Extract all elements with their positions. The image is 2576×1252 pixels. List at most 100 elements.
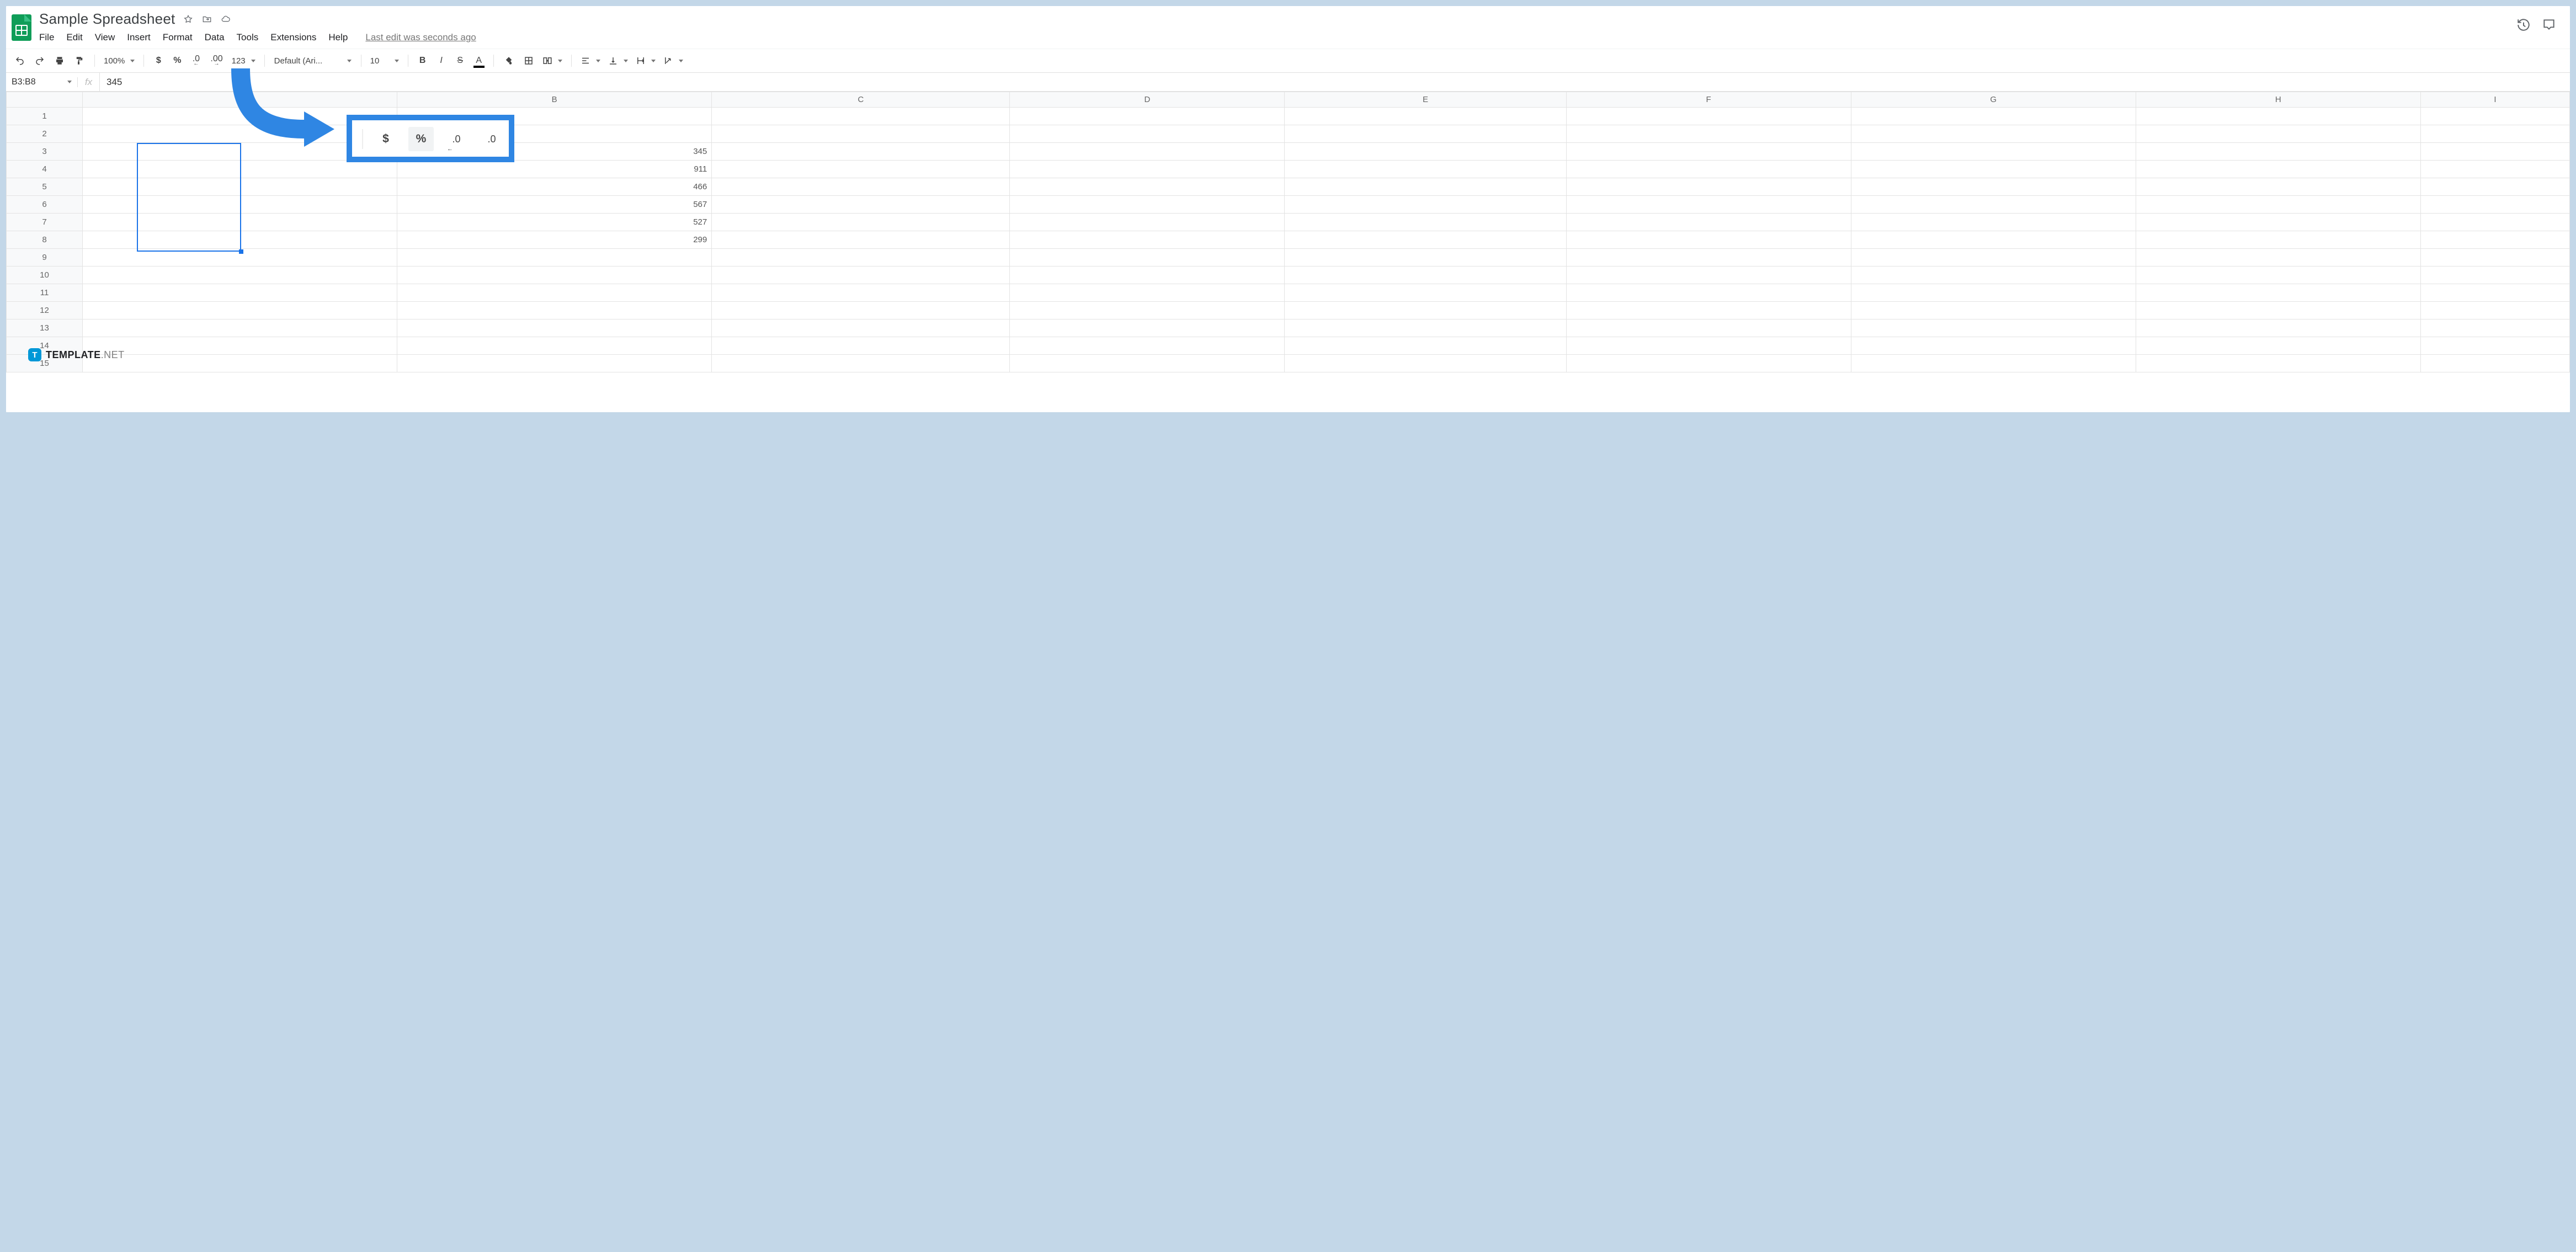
cell-H4[interactable] [2136,161,2420,178]
cell-C1[interactable] [712,108,1010,125]
cell-F15[interactable] [1566,355,1851,372]
cell-H14[interactable] [2136,337,2420,355]
cell-B11[interactable] [397,284,712,302]
cell-F1[interactable] [1566,108,1851,125]
cell-D9[interactable] [1010,249,1285,267]
row-header-10[interactable]: 10 [7,267,83,284]
cell-F5[interactable] [1566,178,1851,196]
cell-D14[interactable] [1010,337,1285,355]
cell-D12[interactable] [1010,302,1285,319]
cell-I8[interactable] [2420,231,2569,249]
cell-I10[interactable] [2420,267,2569,284]
cell-F4[interactable] [1566,161,1851,178]
popup-increase-decimal-button[interactable]: .0 [479,127,504,151]
cell-A12[interactable] [83,302,397,319]
menu-help[interactable]: Help [328,31,348,44]
star-icon[interactable] [183,14,194,25]
menu-tools[interactable]: Tools [237,31,259,44]
cell-H7[interactable] [2136,214,2420,231]
cell-A7[interactable] [83,214,397,231]
cell-A15[interactable] [83,355,397,372]
cell-B6[interactable]: 567 [397,196,712,214]
cell-H6[interactable] [2136,196,2420,214]
row-header-7[interactable]: 7 [7,214,83,231]
row-header-11[interactable]: 11 [7,284,83,302]
cell-A14[interactable] [83,337,397,355]
increase-decimal-button[interactable]: .00→ [207,52,226,69]
paint-format-button[interactable] [71,52,88,69]
row-header-9[interactable]: 9 [7,249,83,267]
cell-D6[interactable] [1010,196,1285,214]
col-header-G[interactable]: G [1851,92,2136,108]
cell-D10[interactable] [1010,267,1285,284]
cell-C3[interactable] [712,143,1010,161]
cell-F12[interactable] [1566,302,1851,319]
selection-handle[interactable] [239,249,243,254]
cell-B7[interactable]: 527 [397,214,712,231]
cell-C11[interactable] [712,284,1010,302]
cell-C4[interactable] [712,161,1010,178]
cell-B8[interactable]: 299 [397,231,712,249]
cell-E5[interactable] [1285,178,1566,196]
col-header-H[interactable]: H [2136,92,2420,108]
cell-B5[interactable]: 466 [397,178,712,196]
cell-G6[interactable] [1851,196,2136,214]
cell-D15[interactable] [1010,355,1285,372]
cell-H10[interactable] [2136,267,2420,284]
fill-color-button[interactable] [501,52,517,69]
spreadsheet-grid[interactable]: A B C D E F G H I 1233454911546665677527… [6,92,2570,372]
font-dropdown[interactable]: Default (Ari... [272,56,354,66]
cell-D8[interactable] [1010,231,1285,249]
cell-I15[interactable] [2420,355,2569,372]
cell-I6[interactable] [2420,196,2569,214]
cell-H2[interactable] [2136,125,2420,143]
cell-D3[interactable] [1010,143,1285,161]
row-header-2[interactable]: 2 [7,125,83,143]
menu-extensions[interactable]: Extensions [270,31,316,44]
popup-percent-button[interactable]: % [408,127,434,151]
doc-title[interactable]: Sample Spreadsheet [39,10,175,28]
cell-D7[interactable] [1010,214,1285,231]
cell-I7[interactable] [2420,214,2569,231]
cell-E6[interactable] [1285,196,1566,214]
cell-I9[interactable] [2420,249,2569,267]
cell-E1[interactable] [1285,108,1566,125]
cell-G3[interactable] [1851,143,2136,161]
cell-E13[interactable] [1285,319,1566,337]
cell-F2[interactable] [1566,125,1851,143]
cell-G13[interactable] [1851,319,2136,337]
more-formats-dropdown[interactable]: 123 [230,56,258,66]
cell-A13[interactable] [83,319,397,337]
move-folder-icon[interactable] [201,14,212,25]
comments-icon[interactable] [2541,17,2557,33]
row-header-5[interactable]: 5 [7,178,83,196]
cell-G15[interactable] [1851,355,2136,372]
merge-cells-dropdown[interactable] [540,56,565,66]
select-all-corner[interactable] [7,92,83,108]
cell-A4[interactable] [83,161,397,178]
cell-I12[interactable] [2420,302,2569,319]
cell-G1[interactable] [1851,108,2136,125]
cell-E12[interactable] [1285,302,1566,319]
strikethrough-button[interactable]: S [453,52,468,69]
cell-H9[interactable] [2136,249,2420,267]
print-button[interactable] [51,52,68,69]
cell-B9[interactable] [397,249,712,267]
cell-D4[interactable] [1010,161,1285,178]
cell-C14[interactable] [712,337,1010,355]
cell-E14[interactable] [1285,337,1566,355]
col-header-B[interactable]: B [397,92,712,108]
last-edit-link[interactable]: Last edit was seconds ago [365,32,476,43]
text-wrap-dropdown[interactable] [634,56,658,66]
undo-button[interactable] [12,52,28,69]
cell-E10[interactable] [1285,267,1566,284]
cell-H11[interactable] [2136,284,2420,302]
cell-G11[interactable] [1851,284,2136,302]
cell-I2[interactable] [2420,125,2569,143]
cell-C6[interactable] [712,196,1010,214]
cell-D1[interactable] [1010,108,1285,125]
vertical-align-dropdown[interactable] [606,56,630,66]
menu-format[interactable]: Format [163,31,193,44]
cell-C15[interactable] [712,355,1010,372]
format-percent-button[interactable]: % [169,52,185,69]
